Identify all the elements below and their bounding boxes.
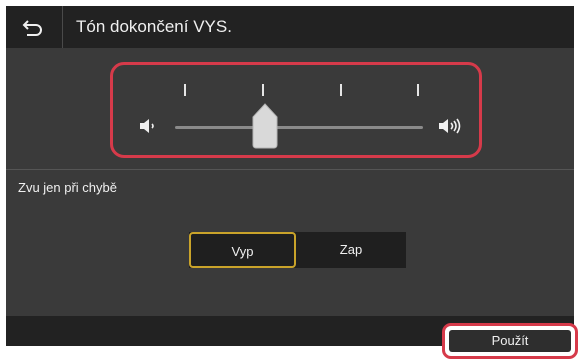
apply-button-label: Použít xyxy=(449,330,571,352)
volume-panel xyxy=(6,48,574,170)
header-bar: Tón dokončení VYS. xyxy=(6,6,574,48)
slider-tick xyxy=(184,84,186,96)
slider-tick xyxy=(417,84,419,96)
speaker-low-icon[interactable] xyxy=(137,115,159,137)
error-only-toggle: Vyp Zap xyxy=(189,232,406,268)
slider-thumb[interactable] xyxy=(252,103,278,149)
slider-tick xyxy=(340,84,342,96)
back-button[interactable] xyxy=(6,6,63,48)
apply-button[interactable]: Použít xyxy=(442,323,578,359)
error-only-label: Zvu jen při chybě xyxy=(18,180,117,195)
slider-tick xyxy=(262,84,264,96)
page-title: Tón dokončení VYS. xyxy=(76,17,232,36)
volume-slider[interactable] xyxy=(110,62,482,158)
device-screen: Tón dokončení VYS. Zvu jen při chybě Vyp… xyxy=(6,6,578,359)
slider-track[interactable] xyxy=(175,126,423,129)
option-on[interactable]: Zap xyxy=(296,232,406,268)
speaker-high-icon[interactable] xyxy=(436,115,470,137)
error-only-section: Zvu jen při chybě Vyp Zap xyxy=(6,170,574,316)
back-arrow-icon xyxy=(22,20,42,36)
option-off[interactable]: Vyp xyxy=(189,232,296,268)
footer-bar: Použít xyxy=(6,316,578,359)
